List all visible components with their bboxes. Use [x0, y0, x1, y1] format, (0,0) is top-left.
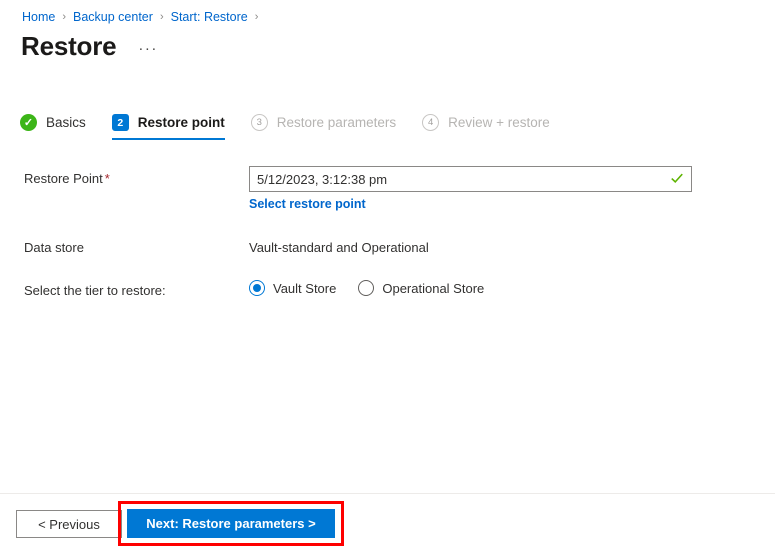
tab-restore-parameters[interactable]: 3 Restore parameters — [250, 114, 397, 140]
select-restore-point-link[interactable]: Select restore point — [249, 197, 366, 211]
wizard-tabs: ✓ Basics 2 Restore point 3 Restore param… — [20, 114, 576, 150]
restore-point-label: Restore Point * — [0, 166, 249, 187]
tier-radio-group: Vault Store Operational Store — [249, 278, 775, 296]
tier-field: Vault Store Operational Store — [249, 278, 775, 296]
data-store-label: Data store — [24, 240, 84, 255]
radio-selected-icon — [249, 280, 265, 296]
check-circle-icon: ✓ — [20, 114, 37, 131]
tab-restore-point[interactable]: 2 Restore point — [111, 114, 225, 140]
restore-point-input-wrap — [249, 166, 692, 192]
breadcrumb-item-home[interactable]: Home — [22, 9, 55, 25]
tier-label: Select the tier to restore: — [24, 283, 166, 298]
breadcrumb-item-backup-center[interactable]: Backup center — [73, 9, 153, 25]
breadcrumb-item-start-restore[interactable]: Start: Restore — [171, 9, 248, 25]
step-number-badge: 4 — [422, 114, 440, 131]
radio-operational-store-label: Operational Store — [382, 280, 485, 296]
step-number-badge: 2 — [111, 114, 129, 131]
form-row-tier: Select the tier to restore: Vault Store … — [0, 278, 775, 299]
chevron-right-icon: › — [159, 11, 164, 23]
restore-point-form: Restore Point* Select restore point Data… — [0, 166, 775, 321]
step-number-badge: 3 — [250, 114, 268, 131]
data-store-field: Vault-standard and Operational — [249, 235, 775, 256]
tab-review-restore[interactable]: 4 Review + restore — [422, 114, 550, 140]
more-commands-icon[interactable]: ··· — [138, 41, 158, 56]
radio-operational-store[interactable]: Operational Store — [358, 280, 484, 296]
next-button[interactable]: Next: Restore parameters > — [127, 509, 335, 538]
restore-point-field: Select restore point — [249, 166, 775, 213]
page-header: Restore ··· — [21, 31, 158, 61]
tab-basics-label: Basics — [46, 115, 86, 130]
page-title: Restore — [21, 31, 117, 61]
radio-unselected-icon — [358, 280, 375, 296]
previous-button[interactable]: < Previous — [16, 510, 122, 538]
wizard-footer: < Previous — [0, 494, 775, 550]
tab-basics[interactable]: ✓ Basics — [20, 114, 86, 140]
form-row-restore-point: Restore Point* Select restore point — [0, 166, 775, 213]
chevron-right-icon: › — [62, 11, 67, 23]
data-store-value: Vault-standard and Operational — [249, 240, 429, 255]
tab-restore-parameters-label: Restore parameters — [276, 115, 397, 130]
required-indicator: * — [104, 171, 110, 186]
radio-vault-store-label: Vault Store — [273, 280, 337, 296]
chevron-right-icon: › — [254, 11, 259, 23]
tab-restore-point-label: Restore point — [137, 115, 225, 130]
tab-review-restore-label: Review + restore — [448, 115, 550, 130]
breadcrumb: Home › Backup center › Start: Restore › — [22, 9, 265, 25]
form-row-data-store: Data store Vault-standard and Operationa… — [0, 235, 775, 256]
restore-point-input[interactable] — [249, 166, 692, 192]
restore-point-label-text: Restore Point — [24, 171, 103, 186]
radio-vault-store[interactable]: Vault Store — [249, 280, 336, 296]
